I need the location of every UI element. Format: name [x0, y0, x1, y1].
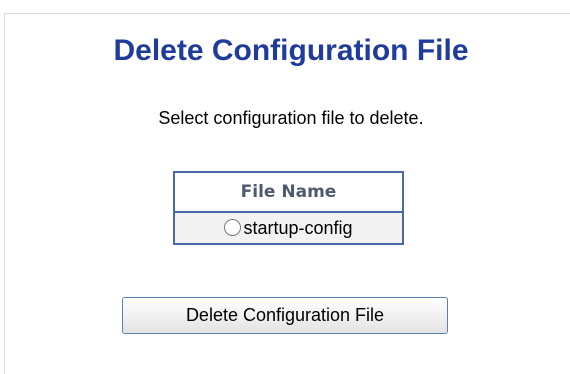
- delete-config-panel: Delete Configuration File Select configu…: [4, 14, 570, 374]
- page-frame: Delete Configuration File Select configu…: [0, 0, 570, 374]
- table-row: startup-config: [174, 212, 403, 244]
- delete-configuration-file-button[interactable]: Delete Configuration File: [122, 297, 448, 334]
- file-name-label: startup-config: [243, 217, 353, 238]
- file-name-column-header: File Name: [174, 172, 403, 213]
- page-title: Delete Configuration File: [113, 34, 469, 67]
- file-table: File Name startup-config: [173, 171, 404, 245]
- file-table-header-row: File Name: [174, 172, 403, 213]
- file-radio-button[interactable]: [224, 218, 242, 236]
- instructions-text: Select configuration file to delete.: [158, 108, 424, 128]
- file-row-cell: startup-config: [174, 212, 403, 244]
